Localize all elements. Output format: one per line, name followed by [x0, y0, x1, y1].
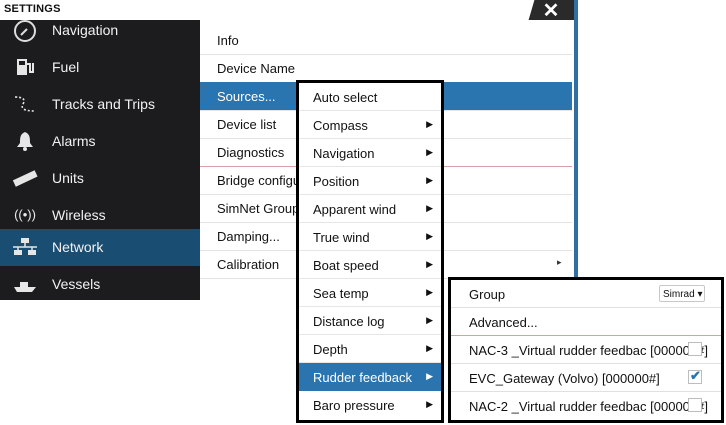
menu-item-true-wind[interactable]: True wind ▶: [299, 223, 441, 251]
wireless-icon: ((•)): [14, 207, 36, 222]
source-checkbox[interactable]: ✔: [688, 368, 702, 384]
list-item-device-name[interactable]: Device Name: [200, 54, 572, 83]
checkmark-icon: ✔: [690, 368, 701, 383]
sources-menu: Auto select Compass ▶ Navigation ▶ Positio…: [299, 83, 441, 420]
chevron-right-icon: ▶: [426, 175, 433, 185]
settings-window: SETTINGS ✕ Navigation Fuel Tracks and Tr…: [0, 0, 578, 300]
chevron-right-icon: ▸: [557, 257, 562, 267]
sidebar-item-navigation[interactable]: Navigation: [0, 12, 200, 49]
source-row[interactable]: NAC-3 _Virtual rudder feedbac [000000#]: [451, 336, 721, 364]
chevron-right-icon: ▶: [426, 231, 433, 241]
chevron-right-icon: ▶: [426, 287, 433, 297]
menu-item-apparent-wind[interactable]: Apparent wind ▶: [299, 195, 441, 223]
ruler-icon: [12, 167, 38, 189]
sidebar-item-label: Alarms: [52, 133, 96, 149]
source-checkbox[interactable]: [688, 398, 702, 412]
source-row[interactable]: EVC_Gateway (Volvo) [000000#] ✔: [451, 364, 721, 392]
source-checkbox[interactable]: [688, 342, 702, 356]
sidebar-item-tracks-and-trips[interactable]: Tracks and Trips: [0, 86, 200, 123]
compass-icon: [12, 19, 38, 42]
group-dropdown[interactable]: Simrad ▾: [659, 285, 705, 302]
menu-item-compass[interactable]: Compass ▶: [299, 111, 441, 139]
chevron-right-icon: ▶: [426, 119, 433, 129]
bell-icon: [12, 130, 38, 152]
chevron-right-icon: ▶: [426, 399, 433, 409]
chevron-right-icon: ▶: [426, 147, 433, 157]
sidebar-item-label: Vessels: [52, 276, 101, 292]
menu-item-baro-pressure[interactable]: Baro pressure ▶: [299, 391, 441, 419]
menu-item-position[interactable]: Position ▶: [299, 167, 441, 195]
sidebar-item-network[interactable]: Network: [0, 229, 200, 266]
sidebar-item-alarms[interactable]: Alarms: [0, 123, 200, 160]
settings-sidebar: Navigation Fuel Tracks and Trips Alarms …: [0, 20, 200, 300]
chevron-right-icon: ▶: [426, 371, 433, 381]
chevron-down-icon: ▾: [697, 289, 703, 300]
group-row: Group Simrad ▾: [451, 280, 721, 308]
advanced-row[interactable]: Advanced...: [451, 308, 721, 336]
menu-item-navigation[interactable]: Navigation ▶: [299, 139, 441, 167]
sidebar-item-label: Network: [52, 239, 104, 255]
chevron-right-icon: ▶: [426, 203, 433, 213]
network-icon: [12, 236, 38, 258]
menu-item-sea-temp[interactable]: Sea temp ▶: [299, 279, 441, 307]
sidebar-item-fuel[interactable]: Fuel: [0, 49, 200, 86]
menu-item-rudder-feedback[interactable]: Rudder feedback ▶: [299, 363, 441, 391]
chevron-right-icon: ▶: [426, 315, 433, 325]
sidebar-item-label: Wireless: [52, 207, 106, 223]
close-icon: ✕: [542, 0, 560, 22]
menu-item-depth[interactable]: Depth ▶: [299, 335, 441, 363]
list-item-info[interactable]: Info: [200, 26, 572, 55]
rudder-feedback-submenu: Group Simrad ▾ Advanced... NAC-3 _Virtua…: [451, 280, 721, 420]
tracks-icon: [12, 93, 38, 115]
sidebar-item-label: Fuel: [52, 59, 80, 75]
chevron-right-icon: ▶: [426, 259, 433, 269]
menu-item-distance-log[interactable]: Distance log ▶: [299, 307, 441, 335]
vessels-icon: [12, 273, 38, 295]
sidebar-item-units[interactable]: Units: [0, 160, 200, 197]
menu-item-auto-select[interactable]: Auto select: [299, 83, 441, 111]
sidebar-item-label: Navigation: [52, 22, 119, 38]
chevron-right-icon: ▶: [426, 343, 433, 353]
sidebar-item-label: Units: [52, 170, 84, 186]
sidebar-item-label: Tracks and Trips: [52, 96, 155, 112]
menu-item-boat-speed[interactable]: Boat speed ▶: [299, 251, 441, 279]
close-button[interactable]: ✕: [528, 0, 574, 22]
fuel-pump-icon: [12, 56, 38, 78]
sidebar-item-vessels[interactable]: Vessels: [0, 266, 200, 300]
source-row[interactable]: NAC-2 _Virtual rudder feedbac [000000#]: [451, 392, 721, 420]
